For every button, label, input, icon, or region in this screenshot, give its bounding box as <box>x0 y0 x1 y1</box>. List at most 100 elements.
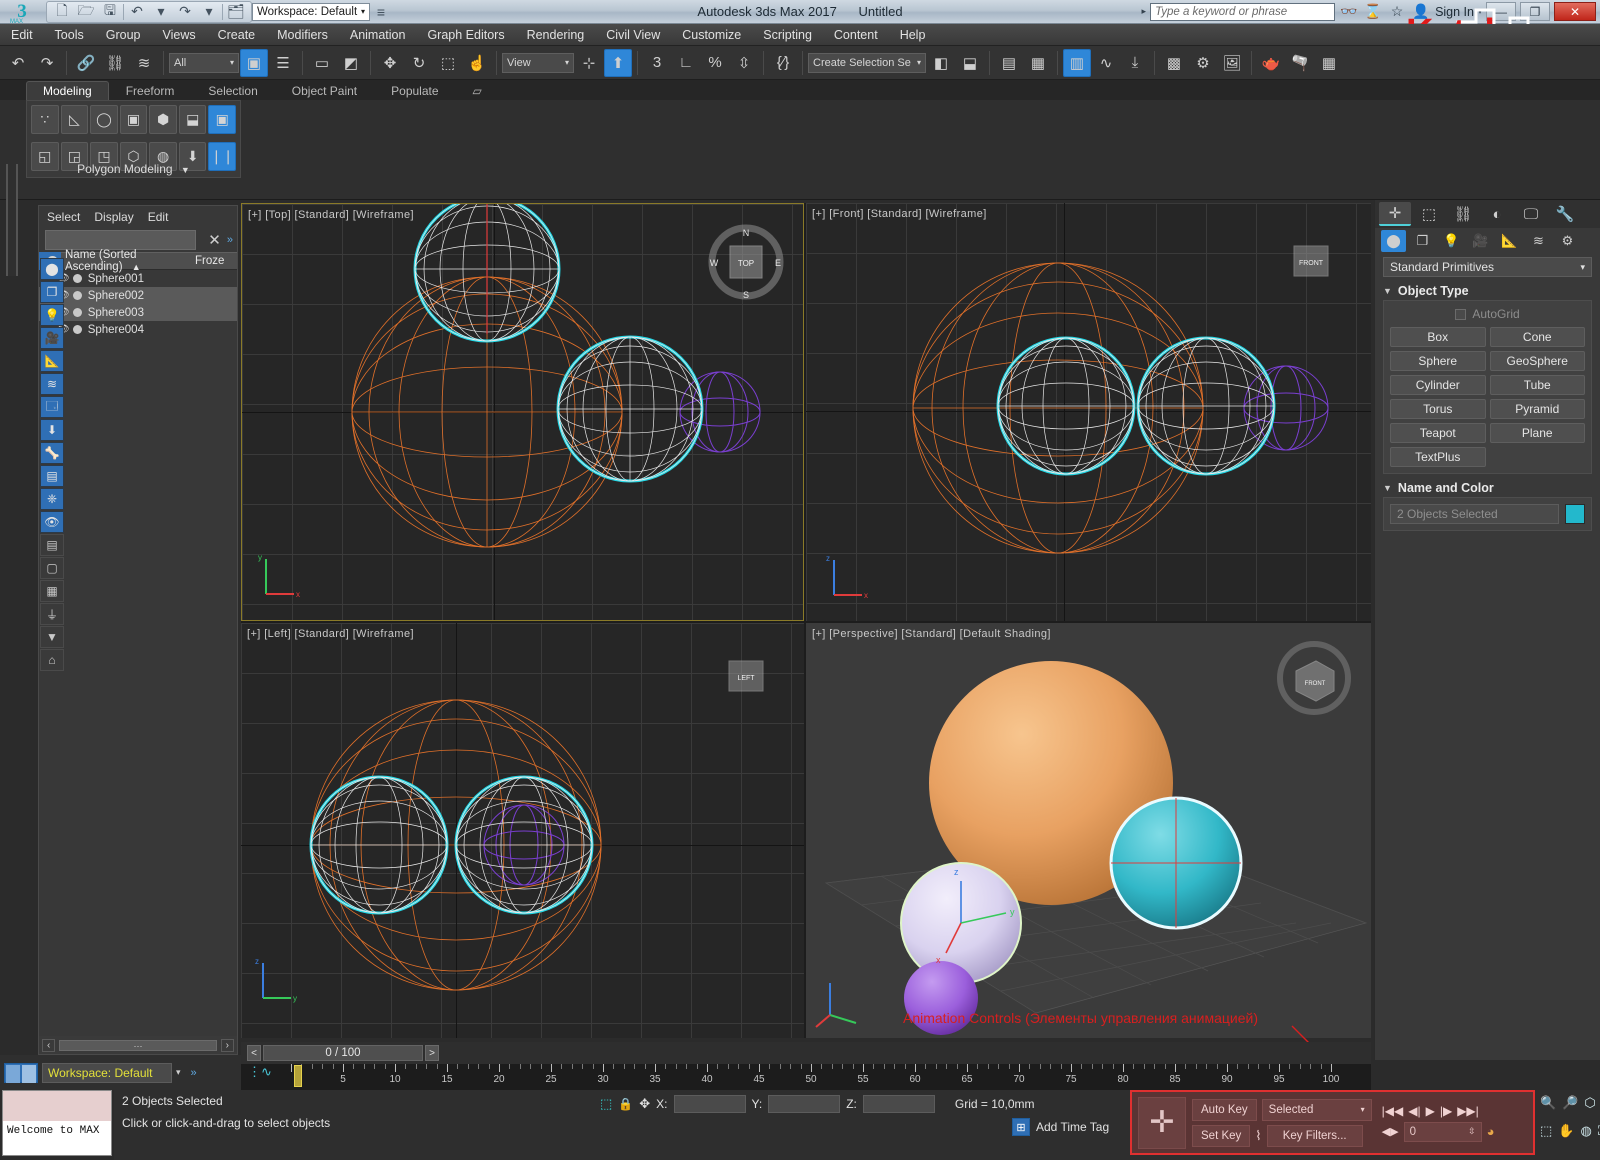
space-warps-category-button[interactable]: ≋ <box>1526 230 1551 252</box>
zoom-all-icon[interactable]: 🔎 <box>1562 1093 1578 1113</box>
display-bones-toggle-icon[interactable]: 🦴 <box>40 442 64 464</box>
menu-scripting[interactable]: Scripting <box>752 24 823 46</box>
redo-icon[interactable]: ↷ <box>174 3 196 21</box>
layer-explorer-button[interactable]: ▤ <box>995 49 1023 77</box>
element-subobject-button[interactable]: ⬢ <box>149 105 177 134</box>
visibility-toggle-icon[interactable]: 👁 <box>40 511 64 533</box>
menu-graph-editors[interactable]: Graph Editors <box>416 24 515 46</box>
z-coord-input[interactable] <box>863 1095 935 1113</box>
utilities-tab[interactable]: 🔧 <box>1549 202 1581 226</box>
use-center-flyout-button[interactable]: ⊹ <box>575 49 603 77</box>
edge-subobject-button[interactable]: ◺ <box>61 105 89 134</box>
sign-in-chevron-icon[interactable]: ▾ <box>1478 7 1482 16</box>
geometry-category-button[interactable]: ⬤ <box>1381 230 1406 252</box>
time-slider-field[interactable]: 0 / 100 <box>263 1045 423 1061</box>
close-button[interactable]: ✕ <box>1554 2 1596 21</box>
display-groups-toggle-icon[interactable]: 🗔 <box>40 396 64 418</box>
help-search-input[interactable]: Type a keyword or phrase <box>1150 3 1335 21</box>
material-editor-button[interactable]: ▩ <box>1160 49 1188 77</box>
object-name-input[interactable]: 2 Objects Selected <box>1390 504 1559 524</box>
render-iterative-button[interactable]: 🫗 <box>1286 49 1314 77</box>
selection-filter-dropdown[interactable]: All▾ <box>169 53 239 73</box>
time-slider-prev-button[interactable]: < <box>247 1045 261 1061</box>
list-view-icon[interactable]: ▤ <box>40 534 64 556</box>
track-view-curve-icon[interactable]: ⋮∿ <box>248 1064 272 1080</box>
menu-group[interactable]: Group <box>95 24 152 46</box>
name-and-color-rollout-header[interactable]: ▼Name and Color <box>1383 479 1592 497</box>
open-file-icon[interactable]: 🗁 <box>75 3 97 21</box>
create-tab[interactable]: ✛ <box>1379 202 1411 226</box>
select-and-move-button[interactable]: ✥ <box>376 49 404 77</box>
create-geosphere-button[interactable]: GeoSphere <box>1490 351 1586 371</box>
maxscript-input-pane[interactable] <box>3 1091 111 1121</box>
user-account-icon[interactable]: 👤 <box>1411 3 1431 20</box>
undo-dropdown-icon[interactable]: ▾ <box>150 3 172 21</box>
flat-view-icon[interactable]: ▢ <box>40 557 64 579</box>
edit-named-selection-sets-button[interactable]: {⁄} <box>769 49 797 77</box>
autodesk-360-icon[interactable]: ⌛ <box>1363 3 1383 20</box>
create-cylinder-button[interactable]: Cylinder <box>1390 375 1486 395</box>
set-key-button[interactable]: Set Key <box>1192 1125 1250 1147</box>
primitive-category-dropdown[interactable]: Standard Primitives▾ <box>1383 257 1592 277</box>
display-space-warps-toggle-icon[interactable]: ≋ <box>40 373 64 395</box>
display-cameras-toggle-icon[interactable]: 🎥 <box>40 327 64 349</box>
hierarchy-tab[interactable]: ⛓ <box>1447 202 1479 226</box>
layer-view-icon[interactable]: ▦ <box>40 580 64 602</box>
undo-button[interactable]: ↶ <box>4 49 32 77</box>
minimize-button[interactable]: — <box>1486 2 1516 21</box>
lights-category-button[interactable]: 💡 <box>1439 230 1464 252</box>
create-torus-button[interactable]: Torus <box>1390 399 1486 419</box>
new-file-icon[interactable]: 🗋 <box>51 3 73 21</box>
scene-explorer-row[interactable]: 👁Sphere001 <box>39 270 237 287</box>
cameras-category-button[interactable]: 🎥 <box>1468 230 1493 252</box>
scene-explorer-menu-select[interactable]: Select <box>47 210 80 224</box>
create-teapot-button[interactable]: Teapot <box>1390 423 1486 443</box>
sign-in-button[interactable]: Sign In <box>1435 5 1474 19</box>
select-by-name-button[interactable]: ☰ <box>269 49 297 77</box>
favorites-star-icon[interactable]: ☆ <box>1387 3 1407 20</box>
ribbon-panel-title[interactable]: Polygon Modeling ▼ <box>27 162 240 176</box>
menu-animation[interactable]: Animation <box>339 24 417 46</box>
maxscript-listener[interactable]: Welcome to MAX <box>2 1090 112 1156</box>
active-shade-button[interactable]: ▦ <box>1315 49 1343 77</box>
select-and-rotate-button[interactable]: ↻ <box>405 49 433 77</box>
scene-explorer-search-input[interactable] <box>45 230 196 250</box>
mirror-button[interactable]: ◧ <box>927 49 955 77</box>
select-and-manipulate-button[interactable]: ⬆ <box>604 49 632 77</box>
workspace-layout-button[interactable] <box>4 1063 38 1083</box>
menu-help[interactable]: Help <box>889 24 937 46</box>
set-key-big-button[interactable]: ✛ <box>1138 1097 1186 1149</box>
create-cone-button[interactable]: Cone <box>1490 327 1586 347</box>
key-filters-button[interactable]: Key Filters... <box>1267 1125 1363 1147</box>
viewport-perspective[interactable]: z y x FRONT [+] [Perspective] [Standard]… <box>806 623 1371 1038</box>
ribbon-tab-freeform[interactable]: Freeform <box>109 81 192 100</box>
ref-coord-system-dropdown[interactable]: View▾ <box>502 53 574 73</box>
curve-editor-button[interactable]: ∿ <box>1092 49 1120 77</box>
scene-explorer-row[interactable]: 👁Sphere004 <box>39 321 237 338</box>
render-setup-button[interactable]: ⚙ <box>1189 49 1217 77</box>
motion-tab[interactable]: ◐ <box>1481 202 1513 226</box>
pan-view-icon[interactable]: ✋ <box>1558 1121 1574 1141</box>
display-particles-toggle-icon[interactable]: ❈ <box>40 488 64 510</box>
create-pyramid-button[interactable]: Pyramid <box>1490 399 1586 419</box>
scene-explorer-row[interactable]: 👁Sphere002 <box>39 287 237 304</box>
time-tag-icon[interactable]: ⊞ <box>1012 1118 1030 1136</box>
window-crossing-toggle-button[interactable]: ◩ <box>337 49 365 77</box>
snaps-toggle-button[interactable]: 3 <box>643 49 671 77</box>
scene-explorer-button[interactable]: ▦ <box>1024 49 1052 77</box>
absolute-relative-mode-icon[interactable]: ✥ <box>639 1096 650 1112</box>
redo-button[interactable]: ↷ <box>33 49 61 77</box>
time-slider-handle[interactable] <box>294 1065 302 1087</box>
save-file-icon[interactable]: 🖫 <box>99 3 121 21</box>
filter-settings-icon[interactable]: ⏚ <box>40 603 64 625</box>
menu-tools[interactable]: Tools <box>44 24 95 46</box>
track-bar[interactable]: 5101520253035404550556065707580859095100 <box>241 1064 1371 1090</box>
create-sphere-button[interactable]: Sphere <box>1390 351 1486 371</box>
polygon-subobject-button[interactable]: ▣ <box>120 105 148 134</box>
bind-to-space-warp-button[interactable]: ≋ <box>130 49 158 77</box>
viewport-left[interactable]: z y LEFT [+] [Left] [Standard] [Wirefram… <box>241 623 804 1038</box>
key-mode-dropdown[interactable]: Selected ▾ <box>1262 1099 1372 1121</box>
clear-search-icon[interactable]: ✕ <box>202 231 227 249</box>
named-selection-sets-dropdown[interactable]: Create Selection Se▾ <box>808 53 926 73</box>
select-and-link-button[interactable]: 🔗 <box>72 49 100 77</box>
